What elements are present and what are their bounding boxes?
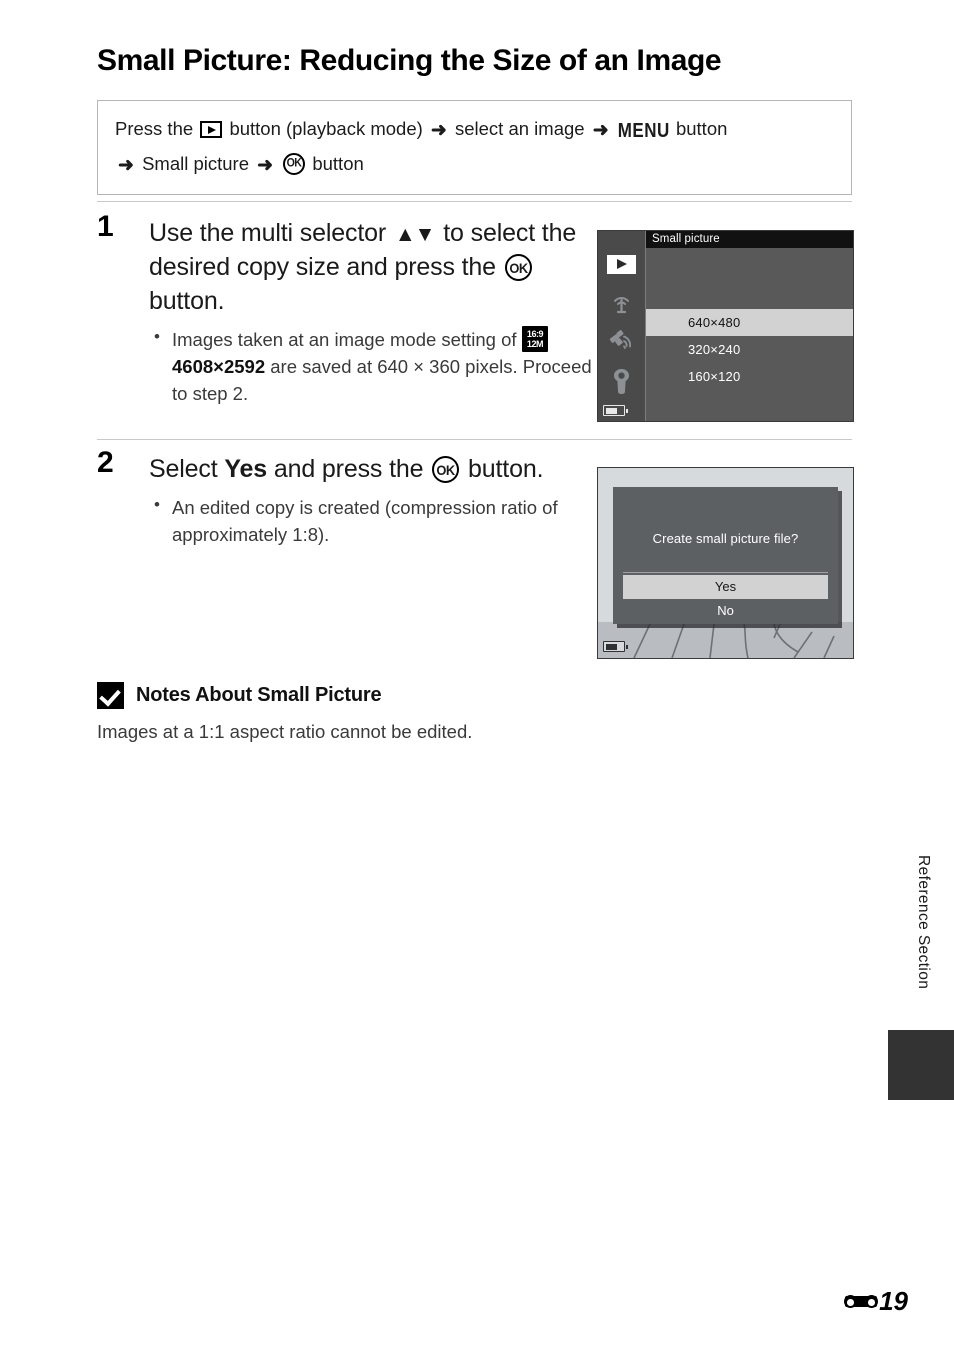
menu-title: Small picture — [646, 231, 853, 248]
menu-button-icon: MENU — [617, 119, 670, 142]
notes-header: Notes About Small Picture — [97, 682, 717, 709]
step-2-number: 2 — [97, 446, 114, 479]
step-1: 1 Use the multi selector ▲▼ to select th… — [97, 212, 597, 410]
step-1-text-1: Use the multi selector — [149, 219, 387, 247]
intro-text-6: button — [312, 152, 364, 174]
battery-icon — [603, 641, 628, 652]
playback-icon[interactable] — [607, 255, 636, 274]
page-number: 19 — [879, 1286, 908, 1316]
confirm-message: Create small picture file? — [652, 531, 799, 546]
menu-item-640x480[interactable]: 640×480 — [646, 309, 853, 336]
menu-sidebar — [598, 231, 646, 421]
arrow-icon-3: ➜ — [118, 154, 134, 176]
playback-icon — [200, 121, 223, 138]
photo-background — [598, 622, 853, 658]
ok-button-icon: OK — [432, 456, 460, 483]
intro-text-3: select an image — [454, 118, 585, 139]
step-1-bullets: Images taken at an image mode setting of… — [149, 325, 597, 408]
arrow-icon-4: ➜ — [257, 154, 274, 176]
step-2-bullets: An edited copy is created (compression r… — [149, 493, 597, 548]
multi-selector-updown-icon: ▲▼ — [394, 223, 436, 246]
command-path-box: Press the button (playback mode) ➜ selec… — [97, 100, 852, 196]
image-mode-megapixels: 12M — [526, 339, 544, 350]
ok-button-icon: OK — [283, 152, 306, 175]
wifi-icon[interactable] — [607, 289, 636, 317]
manual-page: Small Picture: Reducing the Size of an I… — [0, 0, 954, 1345]
wrench-setup-icon[interactable] — [607, 365, 636, 395]
intro-text-2: button (playback mode) — [229, 118, 423, 139]
bullet-text-1: Images taken at an image mode setting of — [172, 329, 517, 350]
menu-item-160x120[interactable]: 160×120 — [646, 363, 853, 390]
intro-text-5: Small picture — [142, 152, 249, 174]
step-2-text-1: Select — [149, 455, 218, 483]
section-divider-1 — [97, 201, 852, 202]
notes-title: Notes About Small Picture — [136, 684, 382, 706]
dialog-divider — [623, 572, 828, 573]
caution-check-icon — [97, 682, 124, 709]
image-mode-badge-icon: 16:9 12M — [521, 326, 548, 352]
confirm-screen: Create small picture file? Yes No — [598, 468, 853, 658]
battery-icon — [603, 405, 628, 416]
menu-item-list: 640×480 320×240 160×120 — [646, 248, 853, 421]
section-divider-2 — [97, 439, 852, 440]
side-thumb-tab — [888, 1030, 954, 1100]
arrow-icon-2: ➜ — [592, 120, 609, 141]
reference-section-icon — [844, 1292, 879, 1311]
list-item: Images taken at an image mode setting of… — [149, 325, 597, 408]
step-1-number: 1 — [97, 210, 114, 243]
list-item: An edited copy is created (compression r… — [149, 493, 597, 548]
step-2-instruction: Select Yes and press the OK button. — [149, 452, 597, 486]
confirm-option-yes[interactable]: Yes — [623, 575, 828, 599]
notes-block: Notes About Small Picture Images at a 1:… — [97, 682, 717, 746]
gps-icon[interactable] — [607, 327, 636, 355]
arrow-icon-1: ➜ — [430, 120, 447, 141]
step-1-text-3: button. — [149, 287, 225, 315]
step-2: 2 Select Yes and press the OK button. An… — [97, 448, 597, 550]
camera-screen-small-picture-menu: Small picture 640×480 320×240 160×120 — [597, 230, 854, 422]
ok-button-icon: OK — [504, 254, 532, 281]
camera-screen-confirm-dialog: Create small picture file? Yes No — [597, 467, 854, 659]
confirm-option-no[interactable]: No — [623, 599, 828, 623]
menu-screen: Small picture 640×480 320×240 160×120 — [598, 231, 853, 421]
step-2-text-3: button. — [467, 455, 544, 483]
bullet-text-1: An edited copy is created (compression r… — [172, 497, 558, 546]
menu-spacer — [646, 248, 853, 309]
menu-item-320x240[interactable]: 320×240 — [646, 336, 853, 363]
step-2-text-2: and press the — [273, 455, 424, 483]
intro-text-1: Press the — [115, 118, 194, 139]
notes-text: Images at a 1:1 aspect ratio cannot be e… — [97, 721, 473, 742]
page-footer: 19 — [844, 1286, 908, 1317]
step-2-bold-option: Yes — [224, 455, 268, 483]
side-tab-label: Reference Section — [915, 855, 932, 990]
intro-text-4: button — [675, 118, 728, 139]
step-1-instruction: Use the multi selector ▲▼ to select the … — [149, 216, 597, 318]
bullet-bold-value: 4608×2592 — [172, 356, 266, 378]
page-title: Small Picture: Reducing the Size of an I… — [97, 44, 722, 77]
confirm-dialog: Create small picture file? Yes No — [613, 487, 838, 624]
